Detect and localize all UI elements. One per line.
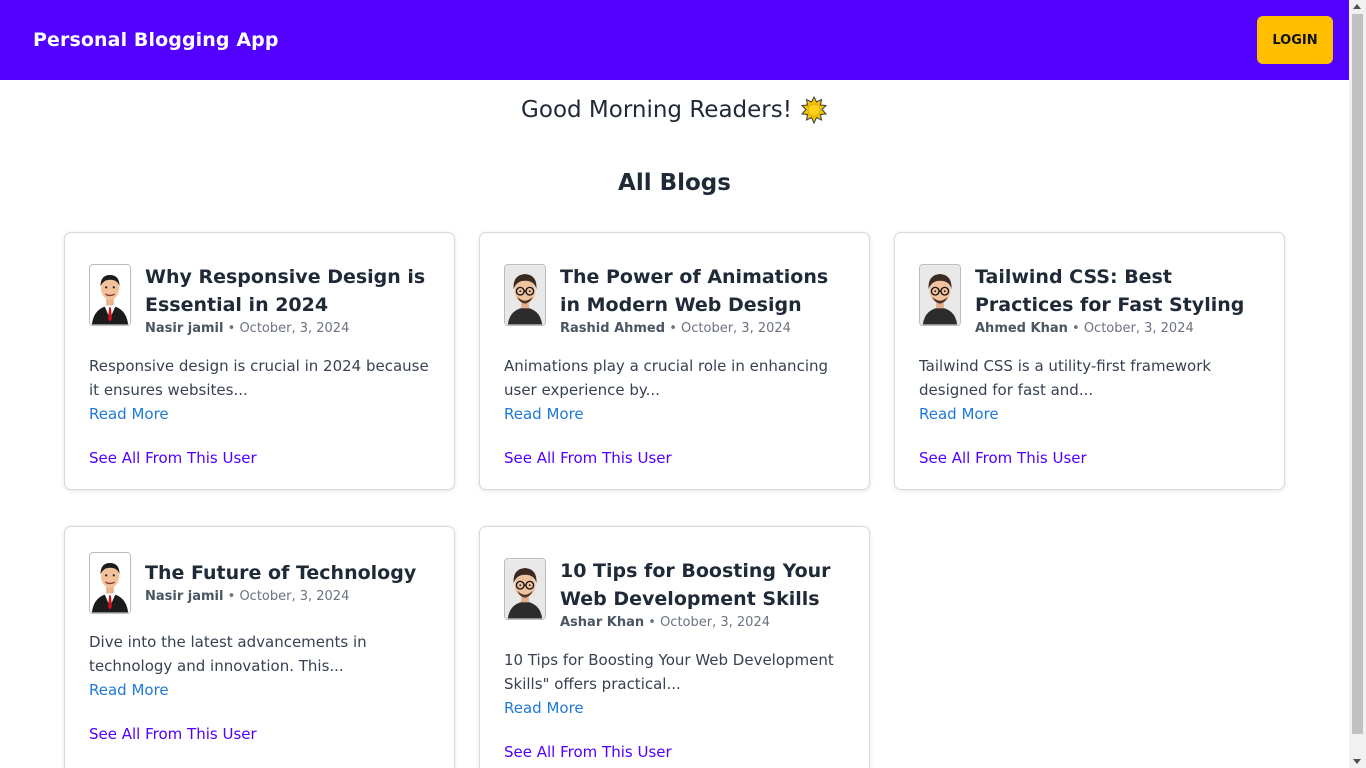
blog-title[interactable]: Why Responsive Design is Essential in 20… [145, 263, 430, 319]
post-date: October, 3, 2024 [239, 321, 350, 336]
post-date: October, 3, 2024 [660, 615, 770, 630]
login-button[interactable]: LOGIN [1257, 16, 1333, 64]
scroll-down-icon[interactable] [1353, 759, 1361, 764]
blog-title[interactable]: 10 Tips for Boosting Your Web Developmen… [560, 557, 845, 613]
post-date: October, 3, 2024 [1083, 321, 1194, 336]
see-all-from-user-link[interactable]: See All From This User [504, 740, 845, 764]
see-all-from-user-link[interactable]: See All From This User [89, 722, 430, 746]
navbar: Personal Blogging App LOGIN [0, 0, 1349, 80]
blog-meta: Rashid Ahmed • October, 3, 2024 [560, 320, 845, 338]
meta-separator: • [648, 615, 661, 630]
blog-title[interactable]: Tailwind CSS: Best Practices for Fast St… [975, 263, 1260, 319]
glasses-man-avatar-icon[interactable] [504, 264, 546, 326]
greeting: Good Morning Readers! [0, 95, 1349, 125]
card-heading: Why Responsive Design is Essential in 20… [145, 263, 430, 338]
glasses-man-avatar-icon[interactable] [919, 264, 961, 326]
meta-separator: • [227, 589, 240, 604]
blog-card: The Power of Animations in Modern Web De… [479, 232, 870, 490]
blog-card: Tailwind CSS: Best Practices for Fast St… [894, 232, 1285, 490]
see-all-from-user-link[interactable]: See All From This User [504, 446, 845, 470]
meta-separator: • [1072, 321, 1084, 336]
vertical-scrollbar[interactable] [1349, 0, 1366, 768]
blog-excerpt: Responsive design is crucial in 2024 bec… [89, 357, 429, 399]
blog-meta: Nasir jamil • October, 3, 2024 [145, 320, 430, 338]
author-name: Nasir jamil [145, 589, 224, 604]
card-heading: 10 Tips for Boosting Your Web Developmen… [560, 557, 845, 632]
card-header: Why Responsive Design is Essential in 20… [89, 263, 430, 338]
blog-meta: Ahmed Khan • October, 3, 2024 [975, 320, 1260, 338]
meta-separator: • [227, 321, 240, 336]
read-more-link[interactable]: Read More [89, 402, 430, 426]
card-heading: The Future of Technology Nasir jamil • O… [145, 559, 416, 606]
read-more-link[interactable]: Read More [919, 402, 1260, 426]
read-more-link[interactable]: Read More [504, 696, 845, 720]
blog-excerpt: Tailwind CSS is a utility-first framewor… [919, 357, 1212, 399]
card-header: 10 Tips for Boosting Your Web Developmen… [504, 557, 845, 632]
blog-excerpt: 10 Tips for Boosting Your Web Developmen… [504, 651, 834, 693]
blog-meta: Nasir jamil • October, 3, 2024 [145, 588, 416, 606]
blog-card: Why Responsive Design is Essential in 20… [64, 232, 455, 490]
sun-icon [800, 95, 828, 125]
author-name: Ashar Khan [560, 615, 645, 630]
glasses-man-avatar-icon[interactable] [504, 558, 546, 620]
blog-card: The Future of Technology Nasir jamil • O… [64, 526, 455, 768]
card-heading: Tailwind CSS: Best Practices for Fast St… [975, 263, 1260, 338]
author-name: Nasir jamil [145, 321, 224, 336]
businessman-avatar-icon[interactable] [89, 552, 131, 614]
card-header: The Power of Animations in Modern Web De… [504, 263, 845, 338]
post-date: October, 3, 2024 [239, 589, 350, 604]
author-name: Ahmed Khan [975, 321, 1068, 336]
read-more-link[interactable]: Read More [89, 678, 430, 702]
card-heading: The Power of Animations in Modern Web De… [560, 263, 845, 338]
businessman-avatar-icon[interactable] [89, 264, 131, 326]
card-header: Tailwind CSS: Best Practices for Fast St… [919, 263, 1260, 338]
read-more-link[interactable]: Read More [504, 402, 845, 426]
greeting-text: Good Morning Readers! [521, 97, 792, 123]
scroll-up-icon[interactable] [1353, 4, 1361, 9]
blog-card: 10 Tips for Boosting Your Web Developmen… [479, 526, 870, 768]
blog-meta: Ashar Khan • October, 3, 2024 [560, 614, 845, 632]
app-title[interactable]: Personal Blogging App [33, 29, 279, 51]
card-header: The Future of Technology Nasir jamil • O… [89, 551, 430, 614]
scrollbar-thumb[interactable] [1352, 14, 1363, 734]
blog-title[interactable]: The Power of Animations in Modern Web De… [560, 263, 845, 319]
blog-excerpt: Dive into the latest advancements in tec… [89, 633, 367, 675]
blog-title[interactable]: The Future of Technology [145, 559, 416, 587]
author-name: Rashid Ahmed [560, 321, 666, 336]
section-title: All Blogs [618, 170, 731, 196]
see-all-from-user-link[interactable]: See All From This User [89, 446, 430, 470]
blog-excerpt: Animations play a crucial role in enhanc… [504, 357, 829, 399]
see-all-from-user-link[interactable]: See All From This User [919, 446, 1260, 470]
post-date: October, 3, 2024 [681, 321, 791, 336]
meta-separator: • [669, 321, 682, 336]
